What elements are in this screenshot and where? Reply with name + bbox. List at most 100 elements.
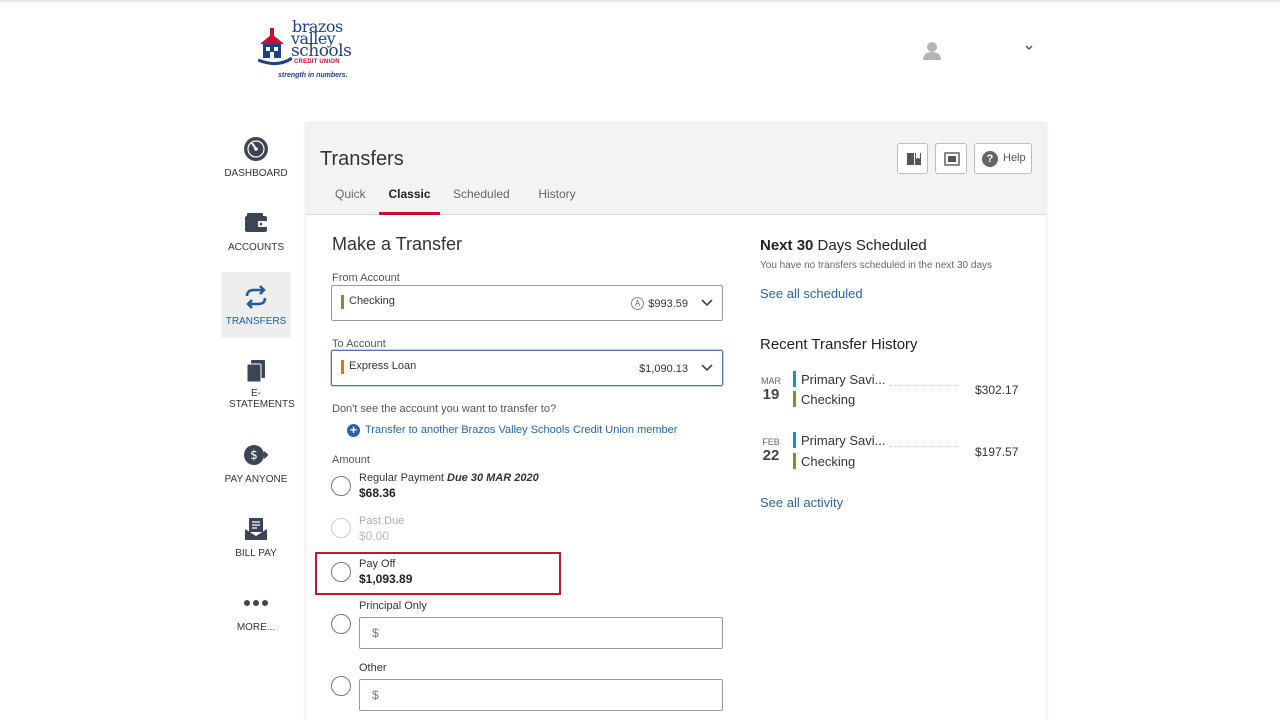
available-balance-icon: A: [631, 297, 644, 310]
past-due-radio: [331, 518, 351, 538]
bookmark-button[interactable]: [897, 143, 928, 174]
to-account-label: To Account: [332, 338, 386, 350]
scheduled-title-post: Days Scheduled: [813, 237, 927, 254]
regular-payment-radio[interactable]: [331, 476, 351, 496]
brand-line-4: CREDIT UNION: [294, 59, 340, 65]
nav-item-dashboard[interactable]: DASHBOARD: [221, 124, 291, 190]
plus-circle-icon[interactable]: +: [347, 424, 360, 437]
pay-off-amount: $1,093.89: [359, 572, 413, 586]
tab-classic[interactable]: Classic: [379, 181, 440, 215]
regular-payment-amount: $68.36: [359, 486, 396, 500]
divider-dots: [890, 446, 958, 447]
account-color-bar: [341, 360, 344, 374]
from-account-select[interactable]: Checking A $993.59: [331, 285, 723, 321]
tab-quick[interactable]: Quick: [335, 181, 366, 215]
tab-scheduled[interactable]: Scheduled: [453, 181, 510, 215]
pay-anyone-icon: $: [244, 445, 269, 465]
schoolhouse-icon: [258, 28, 292, 65]
tab-history[interactable]: History: [536, 181, 578, 215]
top-divider: [0, 0, 1280, 2]
scheduled-title-pre: Next: [760, 237, 797, 254]
scheduled-title: Next 30 Days Scheduled: [760, 237, 927, 254]
history-to-account: Checking: [801, 392, 856, 407]
history-day: 22: [762, 447, 780, 464]
bookmark-book-icon: [907, 153, 921, 165]
card-header: Transfers Quick Classic Scheduled Histor…: [306, 123, 1046, 215]
printer-icon: [944, 152, 960, 166]
from-account-name: Checking: [349, 295, 395, 307]
nav-item-bill-pay[interactable]: BILL PAY: [221, 504, 291, 570]
amount-label: Amount: [332, 454, 370, 466]
to-account-select[interactable]: Express Loan $1,090.13: [331, 350, 723, 386]
account-color-bar: [341, 295, 344, 309]
gauge-icon: [244, 137, 268, 161]
regular-payment-label: Regular Payment Due 30 MAR 2020: [359, 472, 539, 484]
history-amount: $197.57: [975, 445, 1019, 459]
see-all-scheduled-link[interactable]: See all scheduled: [760, 286, 863, 301]
principal-only-input[interactable]: [359, 617, 723, 649]
help-button[interactable]: ? Help: [974, 143, 1032, 174]
other-amount-radio[interactable]: [331, 676, 351, 696]
history-from-account: Primary Savi...: [801, 372, 886, 387]
missing-account-text: Don't see the account you want to transf…: [332, 403, 557, 415]
nav-label: BILL PAY: [235, 548, 277, 559]
nav-label: MORE...: [236, 622, 276, 633]
history-amount: $302.17: [975, 383, 1019, 397]
principal-only-radio[interactable]: [331, 614, 351, 634]
divider-dots: [890, 385, 958, 386]
chevron-down-icon: [701, 299, 713, 307]
make-transfer-title: Make a Transfer: [332, 234, 463, 254]
account-color-bar: [793, 453, 796, 469]
chevron-down-icon[interactable]: [1024, 42, 1034, 52]
nav-label: E-STATEMENTS: [229, 388, 295, 410]
see-all-activity-link[interactable]: See all activity: [760, 495, 843, 510]
nav-label: PAY ANYONE: [224, 474, 288, 485]
from-account-label: From Account: [332, 272, 400, 284]
nav-item-estatements[interactable]: E-STATEMENTS: [221, 346, 295, 418]
nav-item-more[interactable]: MORE...: [221, 578, 291, 644]
pay-off-radio[interactable]: [331, 562, 351, 582]
print-button[interactable]: [935, 143, 967, 174]
help-label: Help: [1003, 152, 1026, 164]
history-month: FEB: [762, 437, 780, 447]
history-title: Recent Transfer History: [760, 336, 918, 353]
past-due-amount: $0.00: [359, 529, 390, 543]
other-amount-input[interactable]: [359, 679, 723, 711]
wallet-icon: [245, 213, 267, 232]
past-due-label: Past Due: [359, 515, 405, 527]
user-icon[interactable]: [922, 41, 942, 61]
svg-text:$: $: [250, 448, 258, 462]
pay-off-label: Pay Off: [359, 558, 396, 570]
from-account-amount: $993.59: [648, 298, 688, 310]
nav-item-pay-anyone[interactable]: $ PAY ANYONE: [221, 430, 291, 496]
no-scheduled-text: You have no transfers scheduled in the n…: [760, 260, 993, 271]
account-color-bar: [793, 371, 796, 387]
documents-icon: [246, 360, 265, 383]
brand-tagline: strength in numbers.: [278, 72, 348, 79]
member-transfer-link[interactable]: Transfer to another Brazos Valley School…: [365, 424, 677, 436]
pay-off-highlight: [315, 552, 561, 595]
account-color-bar: [793, 432, 796, 448]
to-account-amount: $1,090.13: [639, 363, 688, 375]
brand-line-3: schools: [291, 41, 352, 61]
brand-logo[interactable]: brazos valley schools CREDIT UNION stren…: [258, 18, 352, 84]
nav-item-transfers[interactable]: TRANSFERS: [221, 272, 291, 338]
bill-pay-icon: [245, 518, 267, 540]
scheduled-title-num: 30: [796, 237, 814, 254]
help-icon: ?: [982, 151, 998, 167]
more-dots-icon: [244, 600, 268, 606]
page-title: Transfers: [320, 148, 404, 170]
due-date-text: Due 30 MAR 2020: [447, 472, 539, 484]
nav-label: DASHBOARD: [224, 168, 288, 179]
nav-item-accounts[interactable]: ACCOUNTS: [221, 198, 291, 264]
history-day: 19: [762, 386, 780, 403]
transfer-arrows-icon: [245, 285, 267, 309]
other-amount-label: Other: [359, 662, 387, 674]
history-to-account: Checking: [801, 454, 856, 469]
nav-label: ACCOUNTS: [227, 242, 285, 253]
principal-only-label: Principal Only: [359, 600, 427, 612]
history-month: MAR: [761, 376, 781, 386]
regular-payment-text: Regular Payment: [359, 472, 444, 484]
to-account-name: Express Loan: [349, 360, 417, 372]
chevron-down-icon: [701, 364, 713, 372]
